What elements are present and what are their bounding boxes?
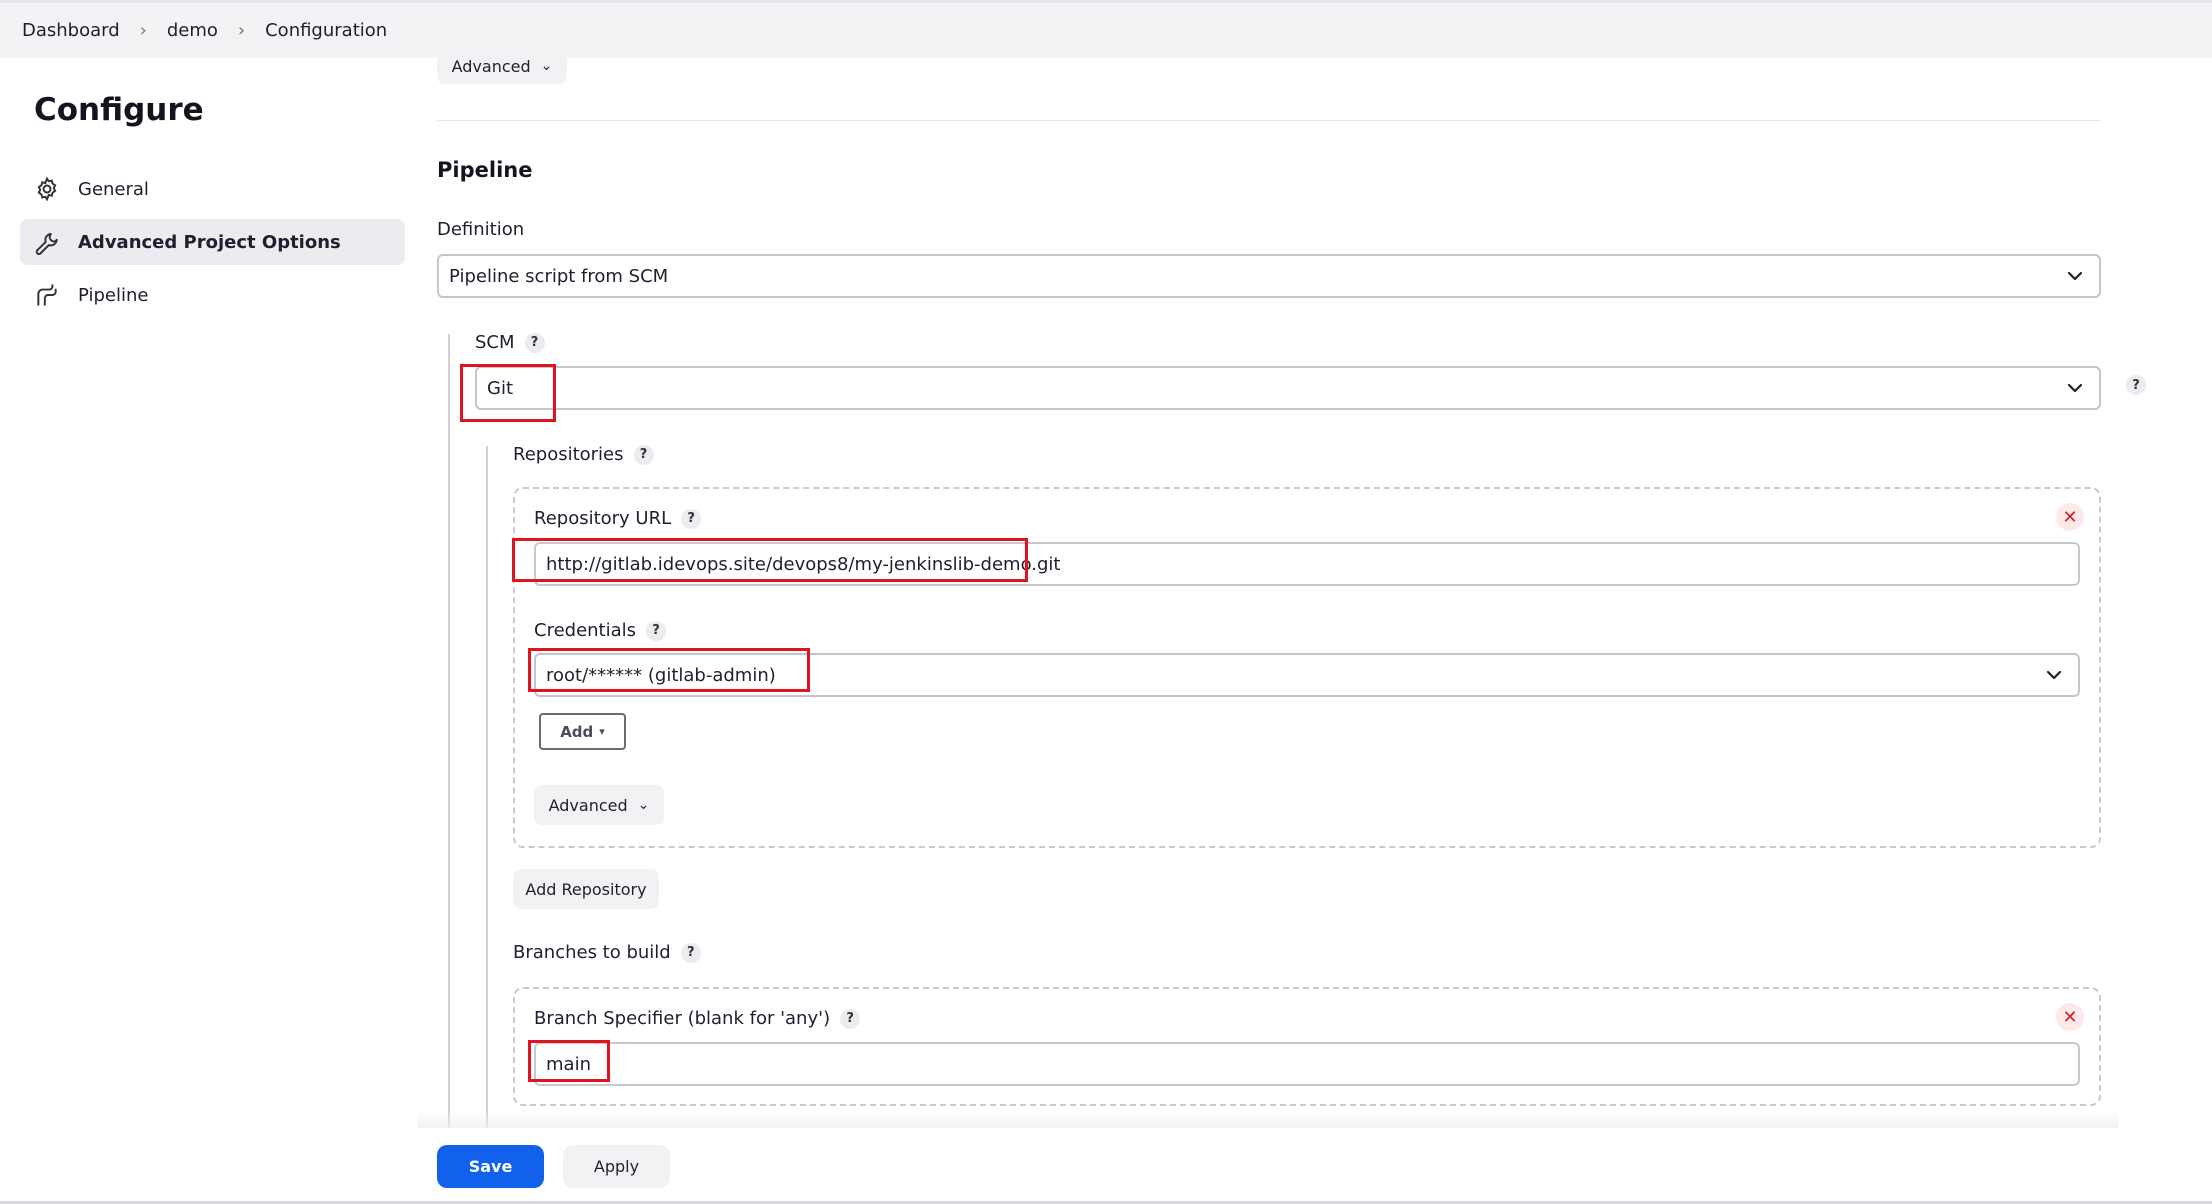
branches-to-build-label: Branches to build ? (513, 942, 701, 963)
remove-repository-icon[interactable]: ✕ (2056, 503, 2084, 531)
repositories-label-text: Repositories (513, 444, 624, 465)
repository-url-value: http://gitlab.idevops.site/devops8/my-je… (546, 553, 1061, 575)
apply-button[interactable]: Apply (563, 1145, 670, 1188)
breadcrumb-demo[interactable]: demo (167, 20, 218, 41)
chevron-down-icon: ⌄ (637, 797, 650, 813)
wrench-icon (34, 229, 60, 255)
caret-down-icon: ▾ (599, 725, 605, 738)
help-icon[interactable]: ? (680, 942, 701, 963)
scm-group-line (448, 334, 450, 1130)
footer-bar (418, 1128, 2118, 1204)
sidebar-item-general[interactable]: General (20, 166, 405, 212)
page-title: Configure (34, 92, 204, 128)
sidebar-item-advanced-project-options[interactable]: Advanced Project Options (20, 219, 405, 265)
sidebar-item-pipeline[interactable]: Pipeline (20, 272, 405, 318)
branch-specifier-value: main (546, 1053, 591, 1075)
add-credentials-button[interactable]: Add ▾ (539, 713, 626, 750)
pipeline-icon (34, 282, 60, 308)
definition-select[interactable]: Pipeline script from SCM (437, 254, 2101, 298)
footer-shadow (418, 1110, 2118, 1130)
repository-url-label: Repository URL ? (534, 508, 702, 529)
chevron-right-icon: › (237, 20, 246, 41)
repository-advanced-label: Advanced (548, 795, 628, 815)
branch-specifier-input[interactable]: main (534, 1042, 2080, 1086)
gear-icon (34, 176, 60, 202)
help-icon[interactable]: ? (840, 1008, 861, 1029)
repositories-label: Repositories ? (513, 444, 654, 465)
definition-label: Definition (437, 219, 524, 240)
repository-url-label-text: Repository URL (534, 508, 672, 529)
repository-advanced-button[interactable]: Advanced ⌄ (534, 785, 664, 825)
chevron-down-icon (2067, 271, 2083, 281)
chevron-down-icon (2046, 670, 2062, 680)
branches-to-build-label-text: Branches to build (513, 942, 671, 963)
scm-label-text: SCM (475, 332, 515, 353)
sidebar-item-label: General (78, 178, 149, 200)
scm-select-value: Git (487, 377, 514, 399)
help-icon[interactable]: ? (524, 332, 545, 353)
breadcrumb-dashboard[interactable]: Dashboard (22, 20, 120, 41)
branch-specifier-label-text: Branch Specifier (blank for 'any') (534, 1008, 831, 1029)
definition-label-text: Definition (437, 219, 525, 240)
chevron-down-icon (2067, 383, 2083, 393)
pipeline-section-title: Pipeline (437, 158, 533, 182)
remove-branch-icon[interactable]: ✕ (2056, 1003, 2084, 1031)
breadcrumb-configuration[interactable]: Configuration (265, 20, 387, 41)
help-icon[interactable]: ? (633, 444, 654, 465)
add-repository-label: Add Repository (525, 879, 647, 899)
add-credentials-label: Add (560, 722, 594, 741)
branch-specifier-label: Branch Specifier (blank for 'any') ? (534, 1008, 861, 1029)
credentials-select-value: root/****** (gitlab-admin) (546, 664, 776, 686)
help-icon[interactable]: ? (646, 620, 667, 641)
git-group-line (486, 446, 488, 1130)
sidebar-item-label: Advanced Project Options (78, 231, 341, 253)
definition-select-value: Pipeline script from SCM (449, 265, 669, 287)
section-divider (437, 120, 2101, 121)
chevron-right-icon: › (139, 20, 147, 41)
credentials-label: Credentials ? (534, 620, 667, 641)
help-icon[interactable]: ? (681, 508, 702, 529)
scm-help-icon[interactable]: ? (2126, 375, 2146, 395)
sidebar-item-label: Pipeline (78, 284, 149, 306)
scm-select[interactable]: Git (475, 366, 2101, 410)
add-repository-button[interactable]: Add Repository (513, 869, 659, 909)
repository-url-input[interactable]: http://gitlab.idevops.site/devops8/my-je… (534, 542, 2080, 586)
advanced-button-label: Advanced (451, 56, 531, 76)
credentials-select[interactable]: root/****** (gitlab-admin) (534, 653, 2080, 697)
credentials-label-text: Credentials (534, 620, 637, 641)
save-button[interactable]: Save (437, 1145, 544, 1188)
advanced-button[interactable]: Advanced ⌄ (437, 48, 567, 84)
chevron-down-icon: ⌄ (540, 58, 553, 74)
breadcrumb: Dashboard › demo › Configuration (0, 3, 2212, 58)
scm-label: SCM ? (475, 332, 545, 353)
